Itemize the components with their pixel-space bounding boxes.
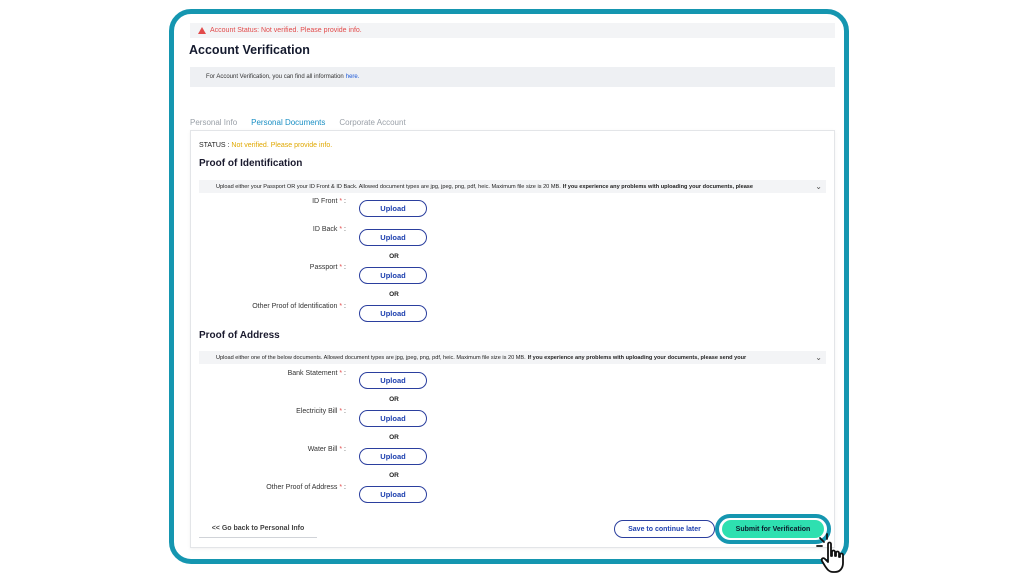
warning-icon <box>198 27 206 34</box>
water-bill-label-text: Water Bill <box>307 446 338 453</box>
passport-label-text: Passport <box>309 264 338 271</box>
status-label: STATUS : <box>199 142 230 149</box>
required-marker: * <box>339 484 343 491</box>
or-separator: OR <box>389 472 399 479</box>
passport-label: Passport * : <box>116 264 346 271</box>
label-colon: : <box>344 264 346 271</box>
required-marker: * <box>339 446 343 453</box>
account-status-alert: Account Status: Not verified. Please pro… <box>190 23 835 38</box>
id-back-upload-button[interactable]: Upload <box>359 229 427 246</box>
tab-personal-info[interactable]: Personal Info <box>190 118 237 127</box>
required-marker: * <box>339 264 343 271</box>
required-marker: * <box>339 370 343 377</box>
chevron-down-icon[interactable]: ⌄ <box>815 182 822 191</box>
required-marker: * <box>339 303 343 310</box>
other-address-label: Other Proof of Address * : <box>116 484 346 491</box>
identification-notice-text: Upload either your Passport OR your ID F… <box>216 183 561 190</box>
bank-statement-upload-button[interactable]: Upload <box>359 372 427 389</box>
electricity-bill-upload-button[interactable]: Upload <box>359 410 427 427</box>
tab-bar: Personal Info Personal Documents Corpora… <box>190 118 406 127</box>
bank-statement-label-text: Bank Statement <box>287 370 338 377</box>
label-colon: : <box>344 226 346 233</box>
address-notice-text: Upload either one of the below documents… <box>216 354 526 361</box>
label-colon: : <box>344 303 346 310</box>
address-title: Proof of Address <box>199 330 280 341</box>
submit-verification-button[interactable]: Submit for Verification <box>722 520 824 538</box>
id-back-label: ID Back * : <box>116 226 346 233</box>
id-front-label-text: ID Front <box>312 198 338 205</box>
address-notice-bold: If you experience any problems with uplo… <box>527 354 747 361</box>
status-value: Not verified. Please provide info. <box>231 142 333 149</box>
electricity-bill-label-text: Electricity Bill <box>296 408 338 415</box>
other-address-upload-button[interactable]: Upload <box>359 486 427 503</box>
label-colon: : <box>344 484 346 491</box>
chevron-down-icon[interactable]: ⌄ <box>815 353 822 362</box>
tab-corporate-account[interactable]: Corporate Account <box>339 118 405 127</box>
info-bar: For Account Verification, you can find a… <box>190 67 835 87</box>
or-separator: OR <box>389 253 399 260</box>
info-link[interactable]: here. <box>346 74 360 80</box>
back-to-personal-info-button[interactable]: << Go back to Personal Info <box>199 520 317 538</box>
required-marker: * <box>339 226 343 233</box>
water-bill-label: Water Bill * : <box>116 446 346 453</box>
id-front-label: ID Front * : <box>116 198 346 205</box>
id-back-label-text: ID Back <box>312 226 338 233</box>
other-address-label-text: Other Proof of Address <box>266 484 338 491</box>
pointer-hand-icon <box>816 533 844 573</box>
page-title: Account Verification <box>189 43 310 57</box>
label-colon: : <box>344 446 346 453</box>
water-bill-upload-button[interactable]: Upload <box>359 448 427 465</box>
other-id-label: Other Proof of Identification * : <box>116 303 346 310</box>
status-line: STATUS : Not verified. Please provide in… <box>199 142 332 149</box>
or-separator: OR <box>389 434 399 441</box>
label-colon: : <box>344 370 346 377</box>
info-text: For Account Verification, you can find a… <box>206 74 344 80</box>
alert-text: Account Status: Not verified. Please pro… <box>210 27 362 34</box>
or-separator: OR <box>389 291 399 298</box>
identification-title: Proof of Identification <box>199 158 303 169</box>
or-separator: OR <box>389 396 399 403</box>
other-id-label-text: Other Proof of Identification <box>252 303 338 310</box>
required-marker: * <box>339 198 343 205</box>
label-colon: : <box>344 408 346 415</box>
identification-notice-bold: If you experience any problems with uplo… <box>562 183 754 190</box>
passport-upload-button[interactable]: Upload <box>359 267 427 284</box>
bank-statement-label: Bank Statement * : <box>116 370 346 377</box>
required-marker: * <box>339 408 343 415</box>
electricity-bill-label: Electricity Bill * : <box>116 408 346 415</box>
identification-notice[interactable]: Upload either your Passport OR your ID F… <box>199 180 826 193</box>
id-front-upload-button[interactable]: Upload <box>359 200 427 217</box>
tab-personal-documents[interactable]: Personal Documents <box>251 118 325 127</box>
label-colon: : <box>344 198 346 205</box>
other-id-upload-button[interactable]: Upload <box>359 305 427 322</box>
address-notice[interactable]: Upload either one of the below documents… <box>199 351 826 364</box>
save-continue-later-button[interactable]: Save to continue later <box>614 520 715 538</box>
